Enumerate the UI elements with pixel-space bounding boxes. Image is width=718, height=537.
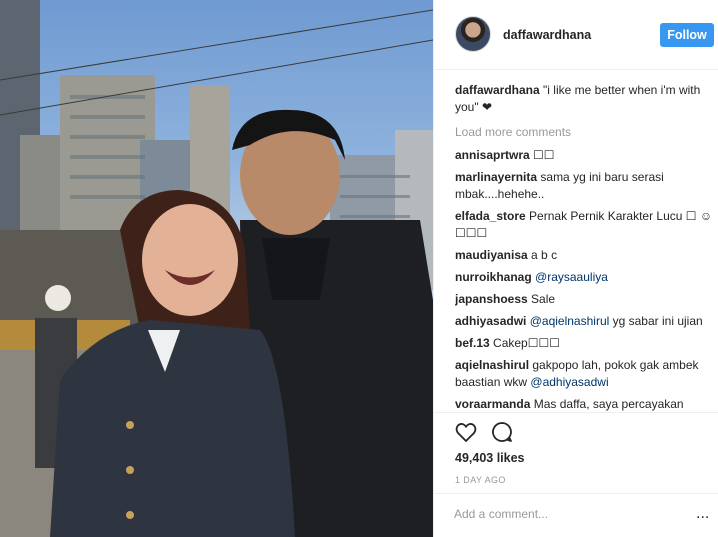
instagram-post-modal: daffawardhana Follow daffawardhana "i li… xyxy=(0,0,718,537)
comment-item: nurroikhanag @raysaauliya xyxy=(455,269,713,286)
add-comment-bar: ... xyxy=(434,493,718,537)
comment-username[interactable]: adhiyasadwi xyxy=(455,314,526,328)
comment-text: Mas daffa, saya percayakan xyxy=(533,397,684,411)
comment-item: elfada_store Pernak Pernik Karakter Lucu… xyxy=(455,208,713,242)
comment-text: Cakep☐☐☐ xyxy=(493,336,560,350)
post-photo[interactable] xyxy=(0,0,433,537)
post-actions: 49,403 likes 1 DAY AGO xyxy=(434,412,718,485)
post-header: daffawardhana Follow xyxy=(434,0,718,70)
caption-username[interactable]: daffawardhana xyxy=(455,83,540,97)
couple-photo-illustration xyxy=(0,0,433,537)
caption: daffawardhana "i like me better when i'm… xyxy=(455,82,713,116)
comment-text: yg sabar ini ujian xyxy=(612,314,703,328)
post-side-panel: daffawardhana Follow daffawardhana "i li… xyxy=(433,0,718,537)
comment-item: japanshoess Sale xyxy=(455,291,713,308)
comment-mention[interactable]: @adhiyasadwi xyxy=(530,375,608,389)
comment-username[interactable]: nurroikhanag xyxy=(455,270,532,284)
comment-item: marlinayernita sama yg ini baru serasi m… xyxy=(455,169,713,203)
comment-item: voraarmanda Mas daffa, saya percayakan xyxy=(455,396,713,412)
comment-username[interactable]: bef.13 xyxy=(455,336,490,350)
heart-icon[interactable] xyxy=(454,420,478,444)
add-comment-input[interactable] xyxy=(454,507,674,521)
comment-username[interactable]: annisaprtwra xyxy=(455,148,530,162)
comment-text: Sale xyxy=(531,292,556,306)
comment-item: bef.13 Cakep☐☐☐ xyxy=(455,335,713,352)
comment-username[interactable]: voraarmanda xyxy=(455,397,530,411)
comment-username[interactable]: aqielnashirul xyxy=(455,358,529,372)
comment-icon[interactable] xyxy=(490,420,514,444)
likes-count[interactable]: 49,403 likes xyxy=(455,451,525,465)
follow-button[interactable]: Follow xyxy=(660,23,714,47)
post-username[interactable]: daffawardhana xyxy=(503,28,591,42)
comment-mention[interactable]: @aqielnashirul xyxy=(530,314,610,328)
comment-item: maudiyanisa a b c xyxy=(455,247,713,264)
comment-item: aqielnashirul gakpopo lah, pokok gak amb… xyxy=(455,357,713,391)
comments-list: daffawardhana "i like me better when i'm… xyxy=(455,82,713,412)
comment-item: adhiyasadwi @aqielnashirul yg sabar ini … xyxy=(455,313,713,330)
load-more-comments-link[interactable]: Load more comments xyxy=(455,124,713,141)
profile-avatar[interactable] xyxy=(455,16,491,52)
post-timestamp: 1 DAY AGO xyxy=(455,475,506,485)
comment-text: ☐☐ xyxy=(533,148,555,162)
comment-username[interactable]: elfada_store xyxy=(455,209,526,223)
comment-username[interactable]: marlinayernita xyxy=(455,170,537,184)
comment-text: a b c xyxy=(531,248,558,262)
comment-username[interactable]: maudiyanisa xyxy=(455,248,528,262)
comment-mention[interactable]: @raysaauliya xyxy=(535,270,608,284)
comment-username[interactable]: japanshoess xyxy=(455,292,528,306)
more-options-icon[interactable]: ... xyxy=(696,506,709,522)
comment-item: annisaprtwra ☐☐ xyxy=(455,147,713,164)
